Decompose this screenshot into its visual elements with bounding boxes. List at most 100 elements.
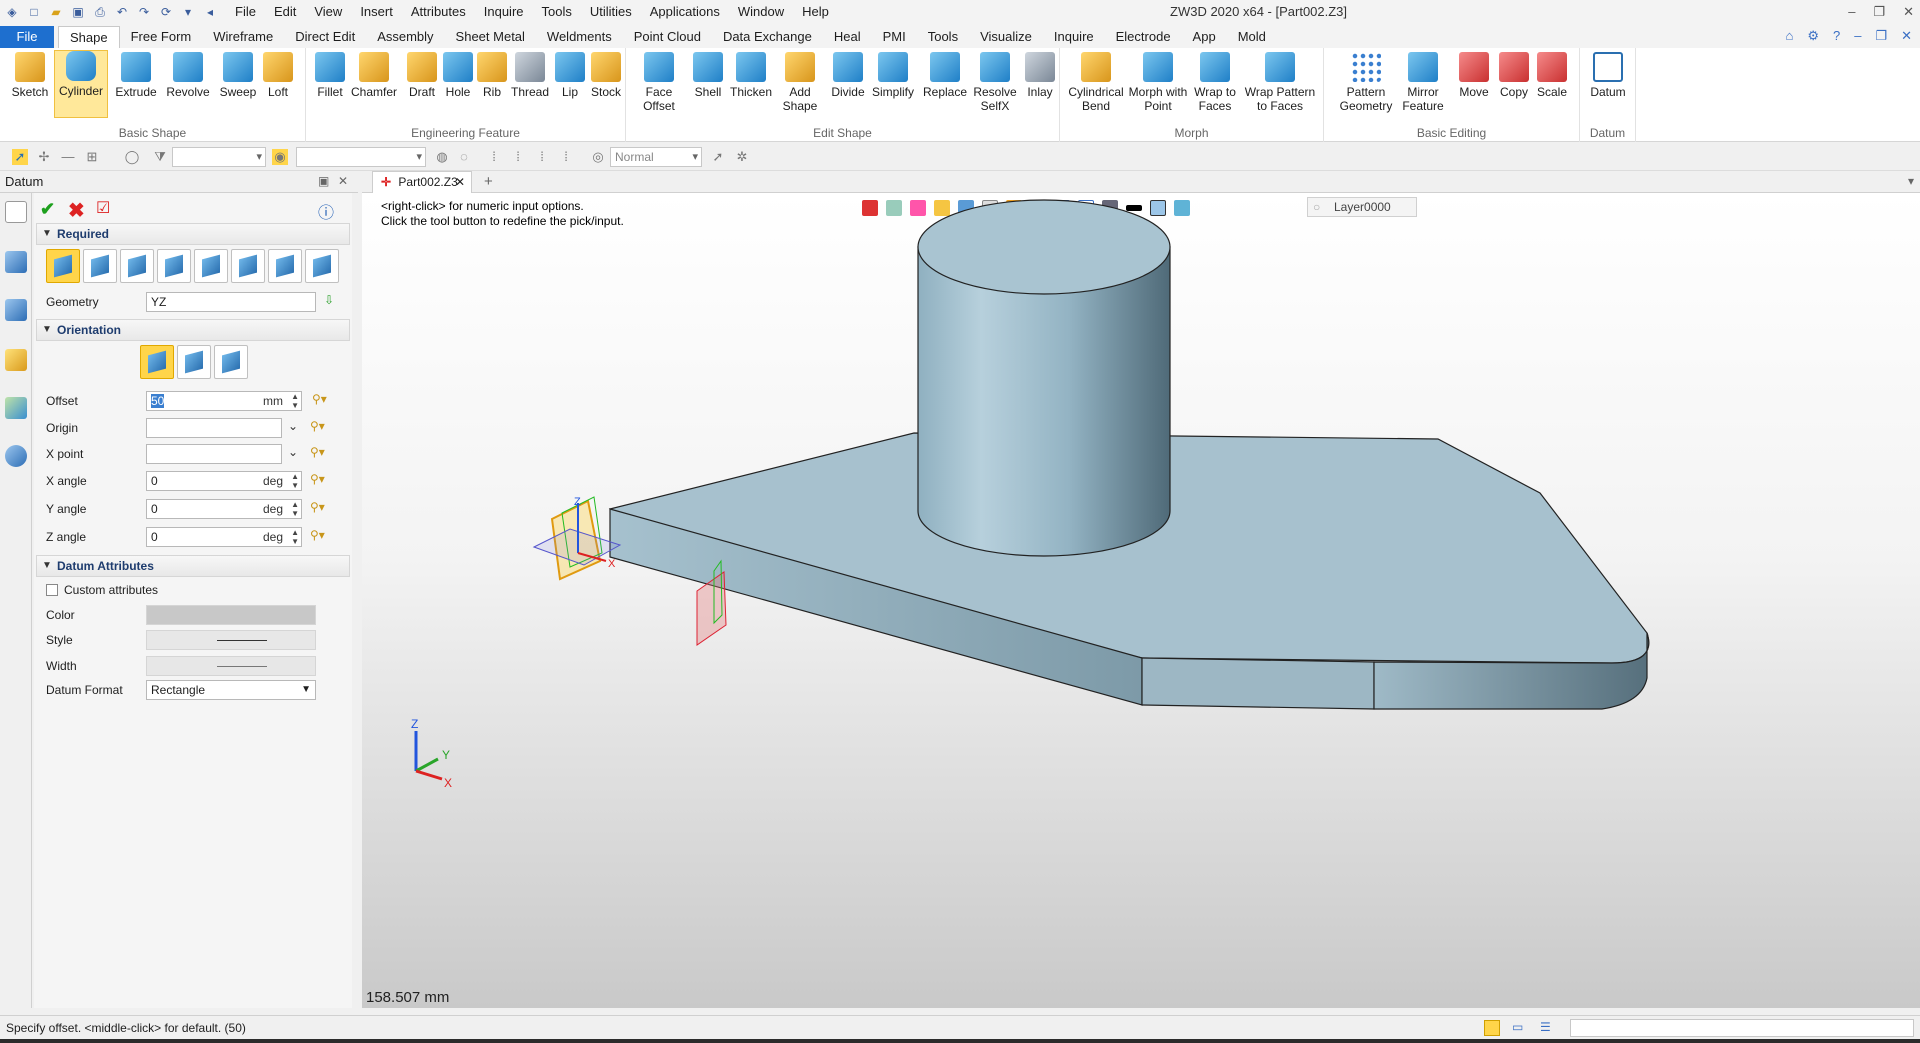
replace-button[interactable]: Replace: [920, 52, 970, 99]
face-offset-button[interactable]: Face Offset: [636, 52, 682, 113]
tab-free-form[interactable]: Free Form: [120, 26, 203, 48]
help-icon[interactable]: ?: [1833, 24, 1840, 48]
thicken-button[interactable]: Thicken: [726, 52, 776, 99]
offset-spinner[interactable]: ▲ ▼: [291, 392, 299, 410]
shape-filter-icon[interactable]: ◯: [124, 149, 140, 165]
resolve-selfx-button[interactable]: Resolve SelfX: [972, 52, 1018, 113]
section-required[interactable]: Required: [36, 223, 350, 245]
tab-tools[interactable]: Tools: [917, 26, 969, 48]
yangle-spinner[interactable]: ▲ ▼: [291, 500, 299, 518]
geometry-field[interactable]: YZ: [146, 292, 316, 312]
extrude-button[interactable]: Extrude: [114, 52, 158, 99]
minimize-icon[interactable]: –: [1848, 0, 1855, 24]
datum-type-curve-button[interactable]: [305, 249, 339, 283]
status-mode-icon[interactable]: [1484, 1020, 1500, 1036]
assembly-manager-icon[interactable]: [5, 251, 27, 273]
inlay-button[interactable]: Inlay: [1018, 52, 1062, 99]
zangle-field[interactable]: 0 deg ▲ ▼: [146, 527, 302, 547]
mode-combo[interactable]: Normal: [610, 147, 702, 167]
toolbar-icon-h[interactable]: ➚: [710, 149, 726, 165]
tab-data-exchange[interactable]: Data Exchange: [712, 26, 823, 48]
menu-view[interactable]: View: [305, 0, 351, 24]
datum-type-line-button[interactable]: [157, 249, 191, 283]
sketch-button[interactable]: Sketch: [8, 52, 52, 99]
layer-manager-icon[interactable]: [5, 349, 27, 371]
undo-icon[interactable]: ↶: [114, 4, 130, 20]
orientation-rotate-button[interactable]: [214, 345, 248, 379]
toolbar-icon-a[interactable]: ◍: [434, 149, 450, 165]
tab-part002[interactable]: ✛ Part002.Z3 ✕: [372, 171, 472, 193]
menu-file[interactable]: File: [226, 0, 265, 24]
toolbar-icon-b[interactable]: ◌: [456, 149, 472, 165]
geometry-pick-icon[interactable]: ⇩: [324, 293, 334, 307]
simplify-button[interactable]: Simplify: [868, 52, 918, 99]
ok-check-icon[interactable]: ✔: [40, 199, 55, 220]
tab-heal[interactable]: Heal: [823, 26, 872, 48]
tab-assembly[interactable]: Assembly: [366, 26, 444, 48]
tab-shape[interactable]: Shape: [58, 26, 120, 48]
datum-type-tangent-button[interactable]: [231, 249, 265, 283]
app-logo-icon[interactable]: ◈: [4, 4, 20, 20]
move-button[interactable]: Move: [1452, 52, 1496, 99]
wrap-to-faces-button[interactable]: Wrap to Faces: [1190, 52, 1240, 113]
redo-icon[interactable]: ↷: [136, 4, 152, 20]
shell-button[interactable]: Shell: [686, 52, 730, 99]
revolve-button[interactable]: Revolve: [166, 52, 210, 99]
panel-float-icon[interactable]: ▣: [318, 174, 329, 188]
datum-format-select[interactable]: Rectangle ▼: [146, 680, 316, 700]
origin-expand-icon[interactable]: ⌄: [288, 419, 298, 433]
thread-button[interactable]: Thread: [508, 52, 552, 99]
tab-close-icon[interactable]: ✕: [455, 172, 465, 192]
cylinder-top-face[interactable]: [917, 199, 1171, 295]
pick-option-icon[interactable]: ◉: [272, 149, 288, 165]
section-orientation[interactable]: Orientation: [36, 319, 350, 341]
menu-insert[interactable]: Insert: [351, 0, 402, 24]
graphics-viewport[interactable]: <right-click> for numeric input options.…: [362, 193, 1920, 1008]
tab-file[interactable]: File: [0, 26, 54, 48]
regen-icon[interactable]: ⟳: [158, 4, 174, 20]
ribbon-restore-icon[interactable]: ❐: [1875, 24, 1887, 48]
tab-app[interactable]: App: [1182, 26, 1227, 48]
cylindrical-bend-button[interactable]: Cylindrical Bend: [1066, 52, 1126, 113]
filter-combo[interactable]: [172, 147, 266, 167]
yangle-option-icon[interactable]: ⚲▾: [310, 500, 325, 514]
plate-right-face[interactable]: [1141, 657, 1375, 710]
info-icon[interactable]: ⓘ: [318, 199, 334, 223]
snap-icon[interactable]: ✢: [36, 149, 52, 165]
origin-field[interactable]: [146, 418, 282, 438]
menu-window[interactable]: Window: [729, 0, 793, 24]
tab-visualize[interactable]: Visualize: [969, 26, 1043, 48]
xangle-option-icon[interactable]: ⚲▾: [310, 472, 325, 486]
print-icon[interactable]: ⎙: [92, 4, 108, 20]
tab-weldments[interactable]: Weldments: [536, 26, 623, 48]
apply-icon[interactable]: ☑: [96, 198, 110, 218]
loft-button[interactable]: Loft: [256, 52, 300, 99]
restore-icon[interactable]: ❐: [1873, 0, 1885, 24]
morph-with-point-button[interactable]: Morph with Point: [1128, 52, 1188, 113]
pick-combo[interactable]: [296, 147, 426, 167]
tab-electrode[interactable]: Electrode: [1105, 26, 1182, 48]
grid-filter-icon[interactable]: ⊞: [84, 149, 100, 165]
pattern-geometry-button[interactable]: Pattern Geometry: [1338, 52, 1394, 113]
toolbar-icon-f[interactable]: ⁞: [558, 149, 574, 165]
tab-direct-edit[interactable]: Direct Edit: [284, 26, 366, 48]
custom-attributes-checkbox[interactable]: [46, 584, 58, 596]
menu-help[interactable]: Help: [793, 0, 838, 24]
status-list-icon[interactable]: ☰: [1540, 1020, 1551, 1034]
datum-type-3point-button[interactable]: [83, 249, 117, 283]
tab-point-cloud[interactable]: Point Cloud: [623, 26, 712, 48]
filter-icon[interactable]: ⧩: [152, 149, 168, 165]
menu-inquire[interactable]: Inquire: [475, 0, 533, 24]
toolbar-icon-c[interactable]: ⁞: [486, 149, 502, 165]
menu-edit[interactable]: Edit: [265, 0, 305, 24]
status-screen-icon[interactable]: ▭: [1512, 1020, 1523, 1034]
xangle-field[interactable]: 0 deg ▲ ▼: [146, 471, 302, 491]
datum-type-geometry-button[interactable]: [46, 249, 80, 283]
save-icon[interactable]: ▣: [70, 4, 86, 20]
close-icon[interactable]: ✕: [1903, 0, 1914, 24]
menu-attributes[interactable]: Attributes: [402, 0, 475, 24]
section-datum-attributes[interactable]: Datum Attributes: [36, 555, 350, 577]
origin-pick-icon[interactable]: ⚲▾: [310, 419, 325, 433]
fillet-button[interactable]: Fillet: [308, 52, 352, 99]
open-folder-icon[interactable]: ▰: [48, 4, 64, 20]
